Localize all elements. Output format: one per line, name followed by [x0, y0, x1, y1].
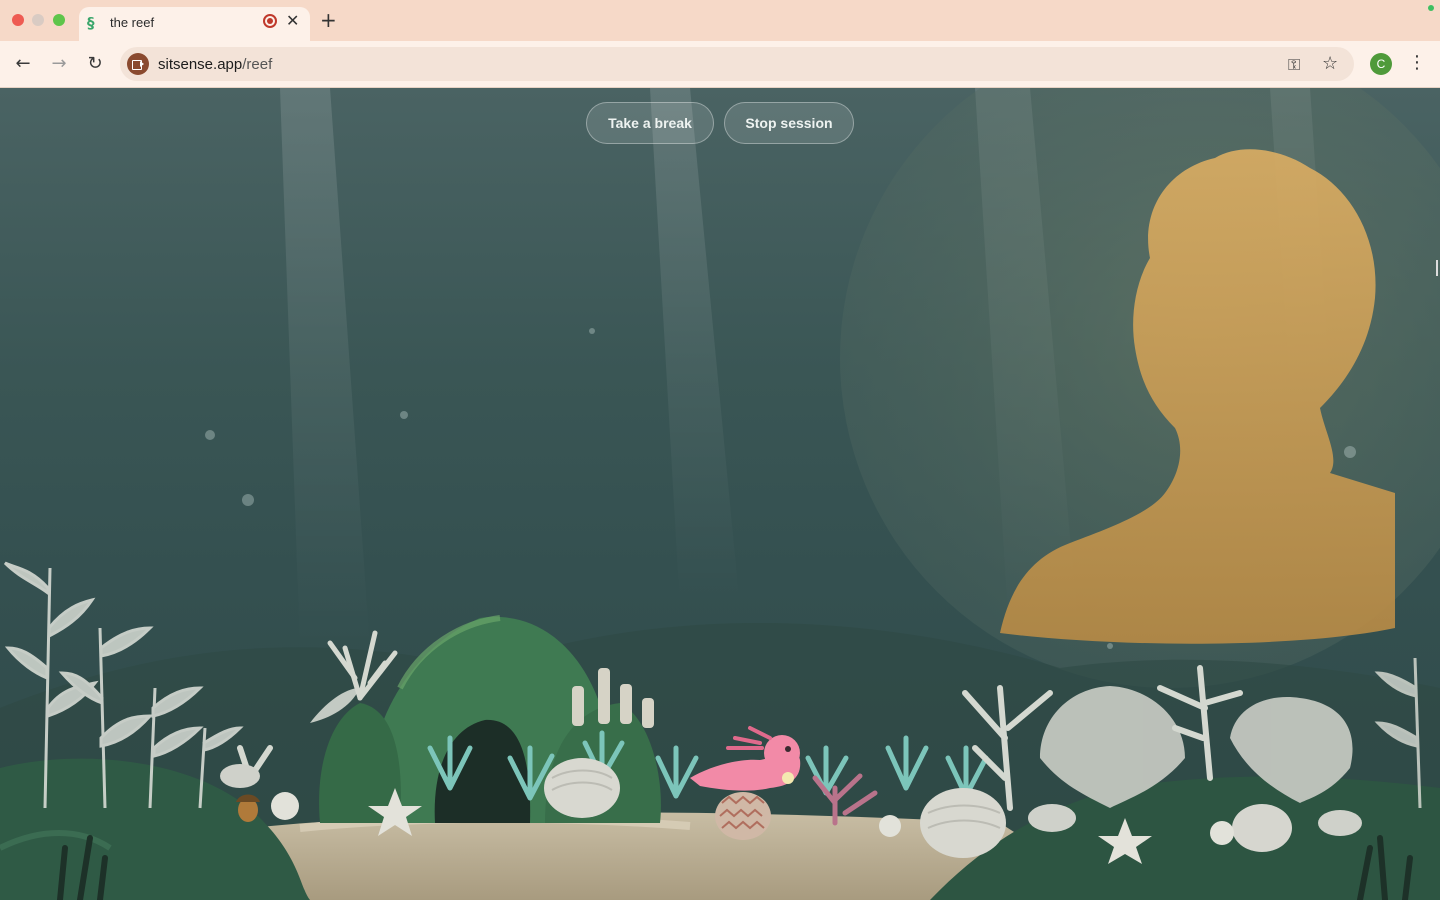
url-path: /reef: [242, 56, 273, 73]
back-icon[interactable]: ←: [10, 51, 36, 77]
camera-preview-orb: [840, 88, 1440, 688]
password-key-icon[interactable]: ⚿: [1288, 55, 1300, 75]
tab-strip: § the reef ✕ +: [0, 0, 1440, 41]
stop-session-button[interactable]: Stop session: [724, 102, 854, 144]
patterned-shell: [715, 792, 771, 840]
new-tab-icon[interactable]: +: [320, 9, 337, 31]
tab-title: the reef: [110, 15, 155, 30]
browser-toolbar: ← → ↻ sitsense.app/reef ⚿ ☆ C ⋮: [0, 41, 1440, 88]
more-menu-icon[interactable]: ⋮: [1408, 52, 1426, 74]
text-cursor: [1436, 260, 1438, 276]
url-domain: sitsense.app: [158, 56, 243, 73]
take-break-button[interactable]: Take a break: [586, 102, 714, 144]
profile-avatar[interactable]: C: [1370, 53, 1392, 75]
camera-active-indicator: [1428, 5, 1434, 11]
reload-icon[interactable]: ↻: [82, 51, 108, 77]
window-minimize-button[interactable]: [32, 14, 44, 26]
address-bar[interactable]: sitsense.app/reef ⚿ ☆: [120, 47, 1354, 81]
sitsense-logo-icon: §: [87, 14, 95, 32]
close-tab-icon[interactable]: ✕: [286, 11, 299, 31]
url-text[interactable]: sitsense.app/reef: [158, 56, 272, 73]
camera-permission-icon[interactable]: [127, 53, 149, 75]
recording-indicator-icon: [263, 14, 277, 28]
reef-scene: Take a break Stop session: [0, 88, 1440, 900]
forward-icon[interactable]: →: [46, 51, 72, 77]
window-maximize-button[interactable]: [53, 14, 65, 26]
reef-illustration: [0, 88, 1440, 900]
bookmark-star-icon[interactable]: ☆: [1322, 53, 1338, 74]
window-close-button[interactable]: [12, 14, 24, 26]
browser-tab[interactable]: § the reef ✕: [79, 7, 310, 41]
